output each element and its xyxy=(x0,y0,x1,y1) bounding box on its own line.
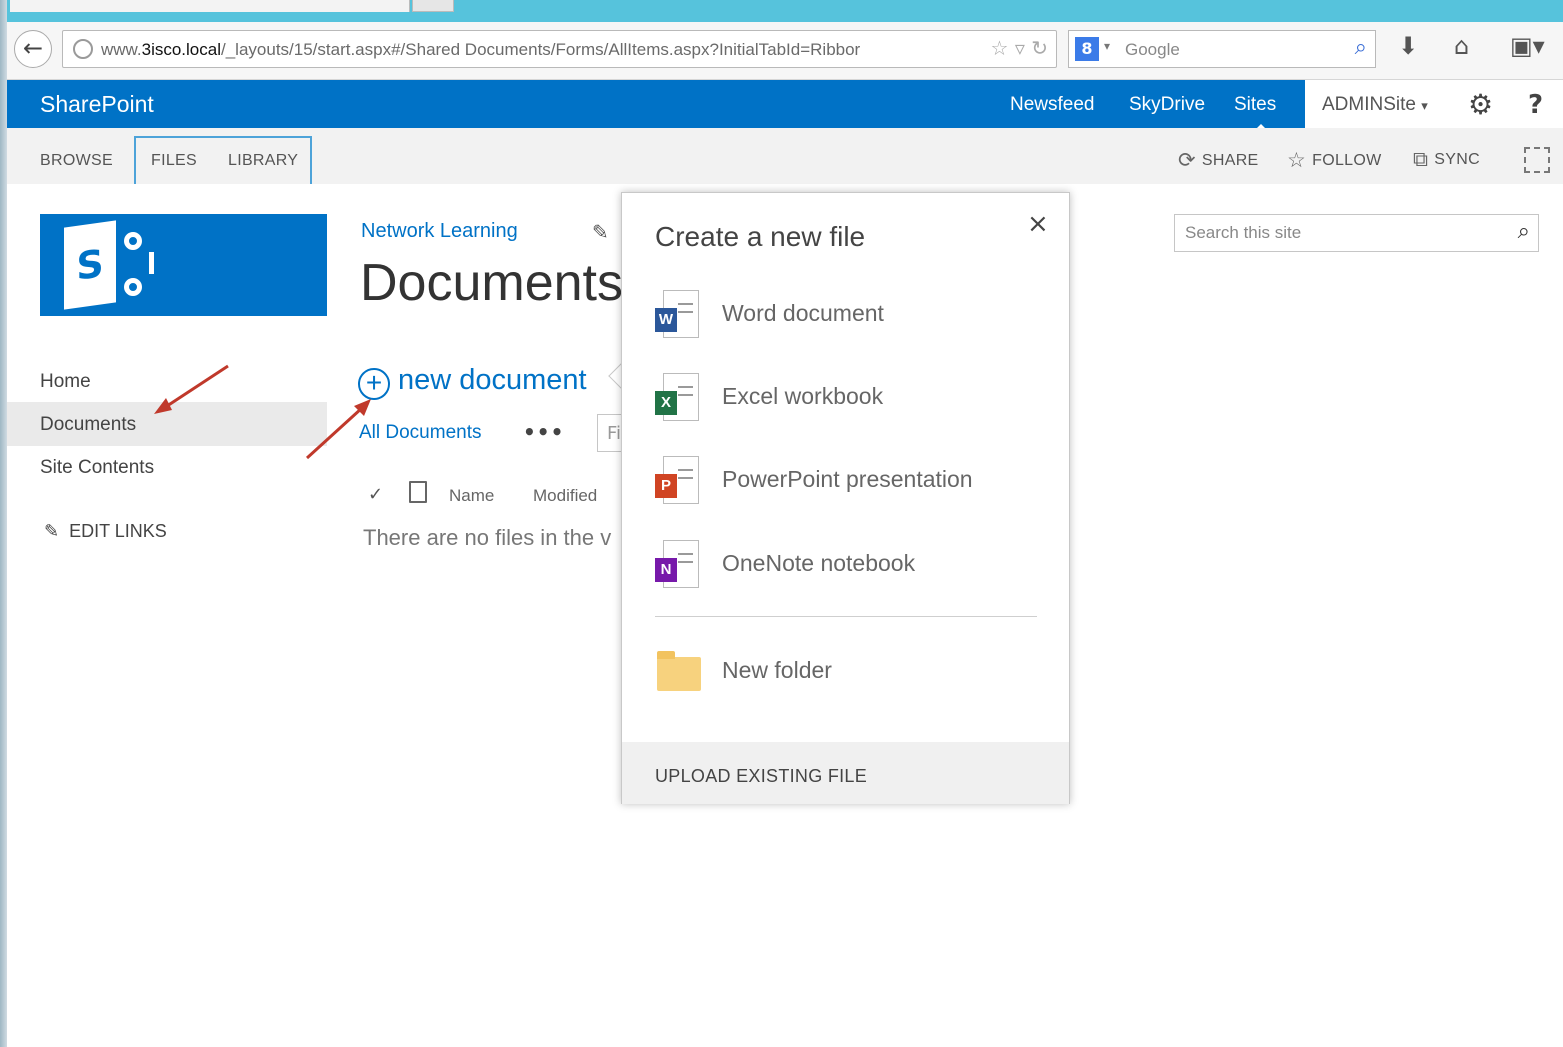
sync-icon: ⧉ xyxy=(1413,148,1429,171)
window-frame xyxy=(0,0,7,1047)
dropdown-icon[interactable]: ▿ xyxy=(1015,36,1025,60)
file-type-icon xyxy=(409,481,427,503)
more-options-icon[interactable]: ••• xyxy=(523,420,564,444)
new-onenote-notebook[interactable]: N OneNote notebook xyxy=(655,540,1045,600)
reload-icon[interactable]: ↻ xyxy=(1031,36,1048,60)
follow-button[interactable]: ☆ FOLLOW xyxy=(1287,148,1382,173)
focus-content-icon[interactable] xyxy=(1524,147,1550,173)
page-title: Documents xyxy=(360,254,622,312)
option-label: Excel workbook xyxy=(722,383,884,409)
search-engine-placeholder: Google xyxy=(1125,40,1180,59)
search-icon[interactable]: ⌕ xyxy=(1355,35,1367,60)
find-file-input[interactable]: Fi xyxy=(597,414,623,452)
share-icon: ⟳ xyxy=(1178,149,1196,172)
tab-library[interactable]: LIBRARY xyxy=(228,152,298,170)
new-powerpoint-presentation[interactable]: P PowerPoint presentation xyxy=(655,456,1045,516)
nav-home[interactable]: Home xyxy=(40,371,91,393)
folder-icon xyxy=(657,651,701,691)
gear-icon[interactable]: ⚙ xyxy=(1468,88,1493,121)
back-button[interactable]: ← xyxy=(14,30,52,68)
create-new-file-callout: Create a new file × W Word document X Ex… xyxy=(621,192,1070,804)
close-icon[interactable]: × xyxy=(1027,209,1049,239)
browser-search-box[interactable]: 8 ▾ Google ⌕ xyxy=(1068,30,1376,68)
sharepoint-logo-icon: S xyxy=(64,220,116,310)
suite-link-skydrive[interactable]: SkyDrive xyxy=(1129,94,1205,116)
address-bar[interactable]: www.3isco.local/_layouts/15/start.aspx#/… xyxy=(62,30,1057,68)
view-all-documents[interactable]: All Documents xyxy=(359,422,482,444)
logo-connector xyxy=(136,252,154,274)
word-icon: W xyxy=(655,290,699,342)
site-search-input[interactable] xyxy=(1175,215,1495,251)
sync-button[interactable]: ⧉ SYNC xyxy=(1413,148,1480,172)
browser-tab[interactable] xyxy=(10,0,410,12)
new-folder-button[interactable]: New folder xyxy=(655,647,1045,707)
pencil-icon[interactable]: ✎ xyxy=(592,220,609,244)
nav-site-contents[interactable]: Site Contents xyxy=(40,457,154,479)
star-icon: ☆ xyxy=(1287,149,1307,172)
search-engine-icon[interactable]: 8 xyxy=(1075,37,1099,61)
bookmark-star-icon[interactable]: ☆ xyxy=(991,36,1009,60)
tab-browse[interactable]: BROWSE xyxy=(40,152,113,170)
logo-node xyxy=(124,278,142,296)
column-modified[interactable]: Modified xyxy=(533,486,597,506)
site-search-box[interactable]: ⌕ xyxy=(1174,214,1539,252)
home-icon[interactable]: ⌂ xyxy=(1454,32,1469,60)
share-button[interactable]: ⟳ SHARE xyxy=(1178,148,1259,173)
option-label: PowerPoint presentation xyxy=(722,466,973,492)
option-label: OneNote notebook xyxy=(722,550,916,576)
suite-link-sites[interactable]: Sites xyxy=(1234,94,1276,116)
download-icon[interactable]: ⬇ xyxy=(1398,32,1418,60)
breadcrumb-site[interactable]: Network Learning xyxy=(361,220,518,243)
callout-divider xyxy=(655,616,1037,617)
plus-icon: + xyxy=(358,368,390,400)
callout-title: Create a new file xyxy=(655,221,866,252)
url-actions: ☆ ▿ ↻ xyxy=(991,36,1048,60)
new-tab-button[interactable] xyxy=(412,0,454,12)
site-logo[interactable]: S xyxy=(40,214,327,316)
user-menu[interactable]: ADMINSite ▾ xyxy=(1322,94,1428,116)
url-text[interactable]: www.3isco.local/_layouts/15/start.aspx#/… xyxy=(101,40,860,60)
brand-sharepoint[interactable]: SharePoint xyxy=(40,91,154,118)
excel-icon: X xyxy=(655,373,699,425)
edit-links-button[interactable]: ✎ EDIT LINKS xyxy=(44,521,167,542)
help-icon[interactable]: ? xyxy=(1528,90,1543,120)
logo-node xyxy=(124,232,142,250)
chevron-down-icon[interactable]: ▾ xyxy=(1104,39,1110,53)
column-name[interactable]: Name xyxy=(449,486,494,506)
powerpoint-icon: P xyxy=(655,456,699,508)
empty-list-message: There are no files in the v xyxy=(363,525,612,550)
new-word-document[interactable]: W Word document xyxy=(655,290,1045,350)
tab-files[interactable]: FILES xyxy=(151,152,197,170)
bookmarks-menu-icon[interactable]: ▣▾ xyxy=(1510,32,1545,60)
new-excel-workbook[interactable]: X Excel workbook xyxy=(655,373,1045,433)
search-icon[interactable]: ⌕ xyxy=(1518,219,1530,244)
upload-existing-file-button[interactable]: UPLOAD EXISTING FILE xyxy=(622,742,1069,804)
suite-link-newsfeed[interactable]: Newsfeed xyxy=(1010,94,1095,116)
globe-icon xyxy=(73,39,93,59)
option-label: Word document xyxy=(722,300,884,326)
select-all-check-icon[interactable]: ✓ xyxy=(368,484,383,505)
find-placeholder: Fi xyxy=(607,423,622,444)
pencil-icon: ✎ xyxy=(44,521,60,541)
onenote-icon: N xyxy=(655,540,699,592)
upload-label: UPLOAD EXISTING FILE xyxy=(655,766,868,786)
new-document-button[interactable]: + new document xyxy=(358,364,620,400)
option-label: New folder xyxy=(722,657,832,683)
nav-documents[interactable]: Documents xyxy=(40,414,136,436)
